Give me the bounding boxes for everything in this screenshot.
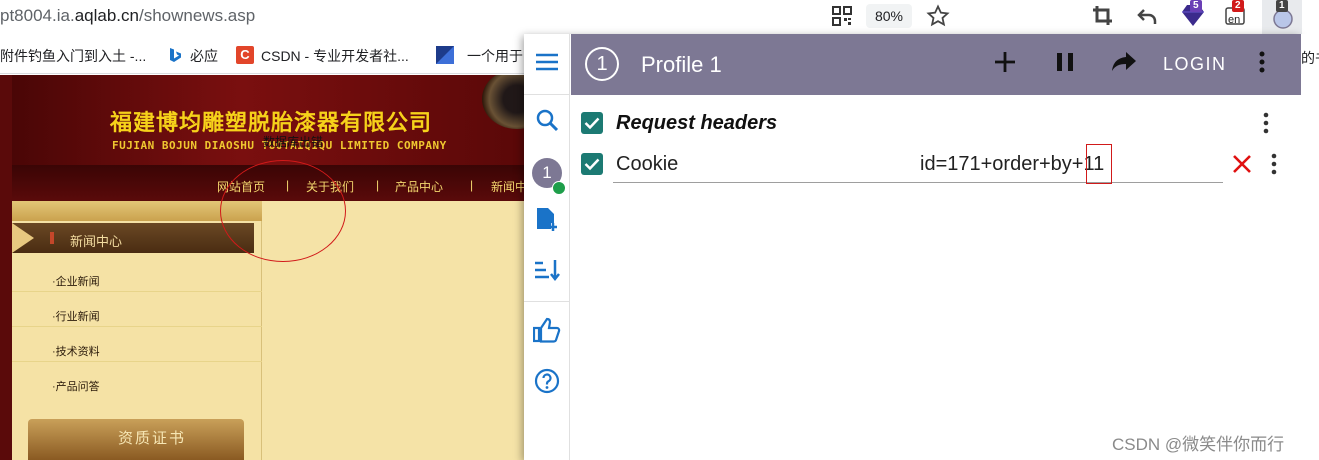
active-check-icon: [552, 181, 566, 195]
address-bar: pt8004.ia.aqlab.cn/shownews.asp 80% 5 2 …: [0, 0, 1319, 34]
side-rail: 1: [524, 34, 570, 460]
search-icon[interactable]: [533, 106, 561, 134]
header-value-input[interactable]: id=171+order+by+11: [920, 153, 1104, 176]
news-sidebar: 新闻中心 ·企业新闻 ·行业新闻 ·技术资料 ·产品问答 资质证书: [12, 201, 262, 460]
marker-icon: [50, 232, 54, 244]
bookmark-item[interactable]: 的书: [1301, 48, 1319, 68]
undo-icon[interactable]: [1136, 5, 1158, 32]
nav-sep: |: [470, 178, 474, 192]
url-field[interactable]: pt8004.ia.aqlab.cn/shownews.asp: [0, 6, 255, 26]
translate-label: en: [1228, 14, 1241, 26]
divider: [12, 326, 262, 327]
profile-badge[interactable]: 1: [585, 47, 619, 81]
profile-toolbar: 1 Profile 1 LOGIN: [571, 34, 1301, 95]
more-vert-icon[interactable]: [1269, 153, 1279, 180]
news-link[interactable]: ·技术资料: [52, 343, 100, 359]
zoom-level-button[interactable]: 80%: [866, 4, 912, 28]
share-icon[interactable]: [1111, 50, 1137, 79]
crop-icon[interactable]: [1092, 5, 1114, 32]
add-icon[interactable]: [993, 50, 1017, 79]
modheader-popup: 1 1 Profile 1 LOGIN Request headers Cook…: [524, 34, 1301, 460]
gem-icon[interactable]: 5: [1180, 0, 1206, 35]
arrow-icon: [12, 223, 34, 253]
page-edge: 的书: [1301, 34, 1319, 460]
nav-sep: |: [376, 178, 380, 192]
menu-icon[interactable]: [533, 48, 561, 76]
watermark: CSDN @微笑伴你而行: [1112, 435, 1285, 454]
database-error-text: 数据库出错: [263, 135, 324, 149]
translate-icon[interactable]: 2 en: [1224, 0, 1252, 35]
ornament-image: [482, 75, 524, 129]
annotation-ellipse: [220, 160, 346, 262]
bookmark-star-icon[interactable]: [926, 4, 950, 33]
website-content: 福建博均雕塑脱胎漆器有限公司 FUJIAN BOJUN DIAOSHU TUOT…: [0, 75, 524, 460]
certificate-banner[interactable]: 资质证书: [28, 419, 244, 460]
qr-code-icon[interactable]: [832, 6, 852, 26]
header-checkbox[interactable]: [581, 153, 603, 175]
news-link[interactable]: ·企业新闻: [52, 273, 100, 289]
more-vert-icon[interactable]: [1261, 112, 1271, 139]
url-path: /shownews.asp: [138, 6, 256, 25]
divider: [524, 301, 570, 302]
close-icon[interactable]: [1231, 153, 1253, 180]
gem-badge: 5: [1190, 0, 1202, 12]
url-host: aqlab.cn: [74, 6, 139, 25]
bing-icon: [168, 47, 182, 68]
help-icon[interactable]: [533, 367, 561, 395]
bookmark-item[interactable]: CSDN - 专业开发者社...: [261, 46, 409, 66]
news-link[interactable]: ·产品问答: [52, 378, 100, 394]
bookmark-favicon-icon: [436, 46, 454, 69]
thumbs-up-icon[interactable]: [533, 316, 561, 344]
news-heading: 新闻中心: [70, 234, 123, 249]
modheader-icon[interactable]: 1: [1262, 0, 1302, 34]
header-name-input[interactable]: Cookie: [616, 153, 678, 176]
url-prefix: pt8004.ia.: [0, 6, 75, 25]
bookmark-item[interactable]: 必应: [190, 46, 218, 66]
section-checkbox[interactable]: [581, 112, 603, 134]
input-underline: [613, 182, 1223, 183]
pause-icon[interactable]: [1053, 50, 1077, 79]
divider: [524, 94, 570, 95]
translate-badge: 2: [1232, 0, 1244, 12]
csdn-icon: C: [236, 46, 254, 64]
news-heading-bar: 新闻中心: [12, 223, 254, 253]
news-link[interactable]: ·行业新闻: [52, 308, 100, 324]
add-file-icon[interactable]: [533, 206, 561, 234]
more-vert-icon[interactable]: [1257, 50, 1267, 79]
section-label: Request headers: [616, 112, 778, 134]
nav-products[interactable]: 产品中心: [395, 178, 443, 195]
divider: [12, 291, 262, 292]
site-header: 福建博均雕塑脱胎漆器有限公司 FUJIAN BOJUN DIAOSHU TUOT…: [12, 75, 524, 165]
certificate-label: 资质证书: [118, 430, 187, 447]
bookmark-item[interactable]: 附件钓鱼入门到入土 -...: [0, 46, 146, 66]
annotation-box: [1086, 144, 1112, 184]
bookmark-item[interactable]: 一个用于: [467, 46, 523, 66]
nav-news[interactable]: 新闻中: [491, 178, 524, 195]
login-button[interactable]: LOGIN: [1163, 54, 1227, 75]
divider: [12, 361, 262, 362]
profile-title[interactable]: Profile 1: [641, 52, 722, 78]
modheader-badge: 1: [1276, 0, 1288, 12]
sort-icon[interactable]: [533, 256, 561, 284]
